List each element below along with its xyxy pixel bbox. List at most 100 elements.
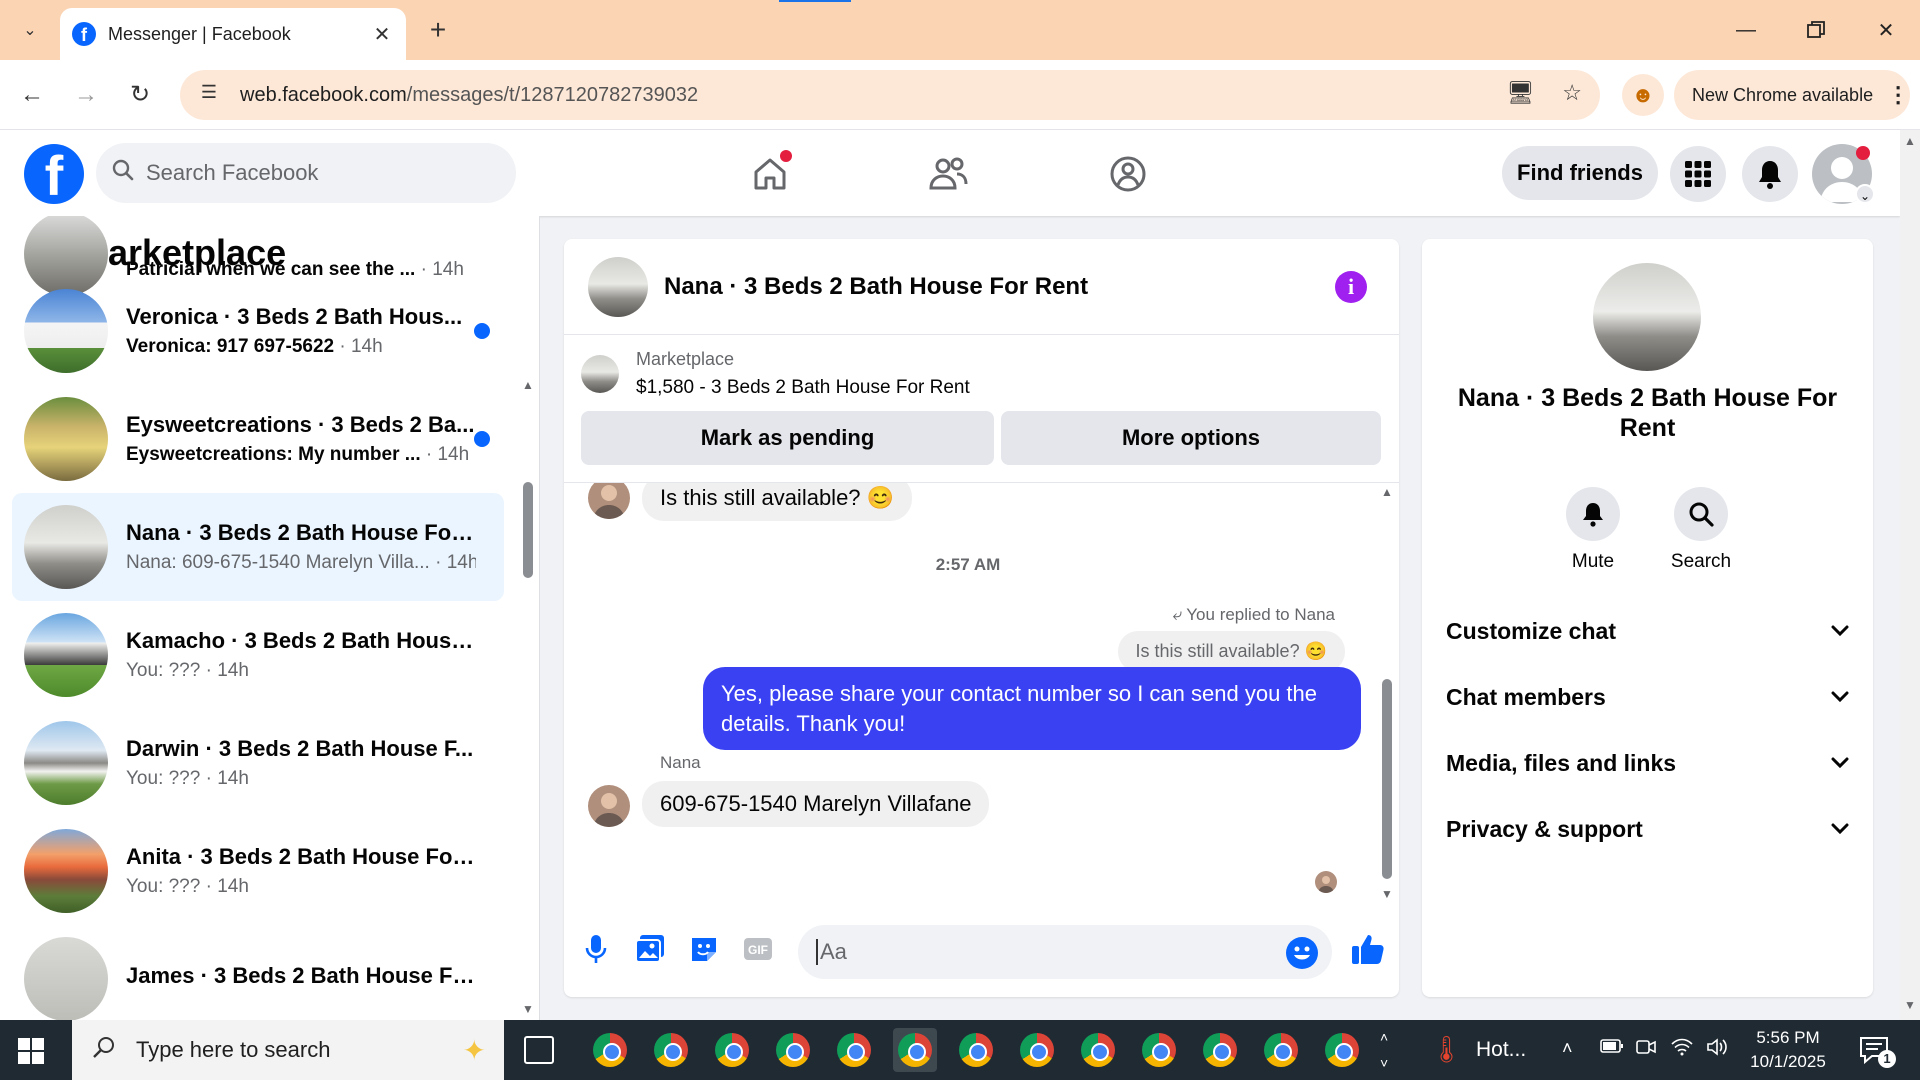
chrome-taskbar-app[interactable] — [1076, 1028, 1120, 1072]
find-friends-button[interactable]: Find friends — [1502, 146, 1658, 200]
chrome-taskbar-app[interactable] — [1320, 1028, 1364, 1072]
privacy-support-section[interactable]: Privacy & support — [1446, 802, 1849, 856]
site-settings-icon[interactable]: ☰ — [196, 82, 222, 108]
account-chevron-down-icon[interactable]: ⌄ — [1855, 184, 1875, 204]
incoming-message[interactable]: Is this still available? 😊 — [642, 483, 913, 521]
battery-icon[interactable] — [1600, 1038, 1624, 1059]
scroll-down-arrow-icon[interactable]: ▼ — [522, 1002, 534, 1016]
quoted-message[interactable]: Is this still available? 😊 — [1117, 631, 1345, 672]
chrome-taskbar-app[interactable] — [1015, 1028, 1059, 1072]
emoji-icon[interactable] — [1286, 937, 1318, 969]
scroll-down-arrow-icon[interactable]: ▼ — [1904, 998, 1916, 1012]
notifications-bell-icon[interactable] — [1742, 146, 1798, 202]
task-view-icon[interactable] — [524, 1036, 554, 1064]
chat-members-section[interactable]: Chat members — [1446, 670, 1849, 724]
new-tab-plus-icon[interactable]: + — [420, 14, 456, 50]
windows-start-icon[interactable] — [18, 1038, 44, 1064]
conversation-item-active[interactable]: Nana · 3 Beds 2 Bath House For ... Nana:… — [12, 493, 504, 601]
taskbar-search[interactable]: Type here to search ✦ — [72, 1020, 504, 1080]
chrome-taskbar-app[interactable] — [1259, 1028, 1303, 1072]
photo-gallery-icon[interactable] — [630, 929, 670, 969]
menu-grid-icon[interactable] — [1670, 146, 1726, 202]
tab-search-chevron-icon[interactable]: ⌄ — [12, 12, 48, 48]
sidebar-scrollbar[interactable]: ▲ — [520, 378, 536, 1014]
chrome-taskbar-app[interactable] — [1198, 1028, 1242, 1072]
browser-tab-messenger[interactable]: f Messenger | Facebook ✕ — [60, 8, 406, 60]
svg-text:GIF: GIF — [748, 943, 768, 957]
conversation-item[interactable]: Darwin · 3 Beds 2 Bath House F... You: ?… — [12, 709, 504, 817]
weather-label[interactable]: Hot... — [1476, 1038, 1526, 1062]
show-hidden-icons-chevron-icon[interactable]: ˄ — [1562, 1038, 1573, 1059]
taskbar-overflow-arrows-icon[interactable]: ˄ ˅ — [1380, 1024, 1388, 1076]
facebook-search[interactable] — [96, 143, 516, 203]
chrome-tab-strip: ⌄ f Messenger | Facebook ✕ + — ✕ — [0, 0, 1920, 60]
wifi-icon[interactable] — [1670, 1038, 1694, 1061]
facebook-logo-icon[interactable]: f — [24, 144, 84, 204]
conversation-item[interactable]: Eysweetcreations · 3 Beds 2 Ba... Eyswee… — [12, 385, 504, 493]
window-close-icon[interactable]: ✕ — [1852, 0, 1920, 60]
scroll-up-arrow-icon[interactable]: ▲ — [522, 378, 534, 392]
home-nav-icon[interactable] — [746, 150, 794, 198]
forward-arrow-icon[interactable]: → — [68, 77, 104, 113]
facebook-search-input[interactable] — [146, 160, 466, 186]
sidebar-scroll-thumb[interactable] — [523, 482, 533, 578]
restore-icon[interactable] — [1782, 0, 1850, 60]
message-composer: GIF — [564, 907, 1399, 997]
chrome-taskbar-app[interactable] — [649, 1028, 693, 1072]
chrome-taskbar-app[interactable] — [832, 1028, 876, 1072]
conversation-item[interactable]: Anita · 3 Beds 2 Bath House For ... You:… — [12, 817, 504, 925]
back-arrow-icon[interactable]: ← — [14, 77, 50, 113]
bookmark-star-icon[interactable]: ☆ — [1562, 80, 1582, 106]
taskbar-clock[interactable]: 5:56 PM 10/1/2025 — [1738, 1026, 1838, 1074]
search-in-conversation-action[interactable]: Search — [1656, 487, 1746, 573]
chat-avatar[interactable] — [588, 256, 648, 317]
gif-icon[interactable]: GIF — [738, 929, 778, 969]
conversation-item[interactable]: James · 3 Beds 2 Bath House For... — [12, 925, 504, 1020]
minimize-icon[interactable]: — — [1712, 0, 1780, 60]
meet-now-icon[interactable] — [1636, 1038, 1656, 1061]
chat-scroll-thumb[interactable] — [1382, 679, 1392, 879]
volume-icon[interactable] — [1706, 1038, 1728, 1061]
address-bar[interactable]: ☰ web.facebook.com/messages/t/1287120782… — [180, 70, 1600, 120]
chrome-profile-icon[interactable]: ☻ — [1622, 74, 1664, 116]
chrome-taskbar-app-active[interactable] — [893, 1028, 937, 1072]
outgoing-message[interactable]: Yes, please share your contact number so… — [703, 667, 1361, 751]
media-files-links-section[interactable]: Media, files and links — [1446, 736, 1849, 790]
mark-as-pending-button[interactable]: Mark as pending — [581, 411, 994, 465]
install-app-icon[interactable]: 🖥 — [1506, 80, 1534, 106]
listing-price[interactable]: $1,580 - 3 Beds 2 Bath House For Rent — [636, 377, 970, 399]
info-icon[interactable]: i — [1335, 271, 1367, 303]
message-input[interactable] — [816, 939, 1256, 965]
mute-action[interactable]: Mute — [1548, 487, 1638, 573]
customize-chat-section[interactable]: Customize chat — [1446, 604, 1849, 658]
notification-center-icon[interactable]: 1 — [1858, 1034, 1896, 1068]
chrome-update-button[interactable]: New Chrome available ⋮ — [1674, 70, 1910, 120]
friends-nav-icon[interactable] — [924, 150, 972, 198]
incoming-message[interactable]: 609-675-1540 Marelyn Villafane — [642, 781, 990, 827]
thumbs-up-icon[interactable] — [1348, 929, 1388, 969]
groups-nav-icon[interactable] — [1104, 150, 1152, 198]
scroll-up-arrow-icon[interactable]: ▲ — [1381, 485, 1393, 499]
sticker-icon[interactable] — [684, 929, 724, 969]
bell-icon[interactable] — [1566, 487, 1620, 541]
chrome-taskbar-app[interactable] — [771, 1028, 815, 1072]
chat-scrollbar[interactable]: ▲ ▼ — [1379, 483, 1395, 907]
search-icon[interactable] — [1674, 487, 1728, 541]
listing-thumbnail[interactable] — [581, 355, 619, 393]
conversation-profile-photo[interactable] — [1593, 263, 1701, 371]
chat-title[interactable]: Nana · 3 Beds 2 Bath House For Rent — [664, 273, 1088, 301]
page-scrollbar[interactable]: ▲ ▼ — [1900, 130, 1920, 1020]
kebab-menu-icon[interactable]: ⋮ — [1887, 82, 1909, 108]
more-options-button[interactable]: More options — [1001, 411, 1381, 465]
chrome-taskbar-app[interactable] — [710, 1028, 754, 1072]
tab-close-icon[interactable]: ✕ — [370, 22, 394, 47]
scroll-down-arrow-icon[interactable]: ▼ — [1381, 887, 1393, 901]
chrome-taskbar-app[interactable] — [588, 1028, 632, 1072]
chrome-taskbar-app[interactable] — [1137, 1028, 1181, 1072]
scroll-up-arrow-icon[interactable]: ▲ — [1904, 134, 1916, 148]
conversation-item[interactable]: Veronica · 3 Beds 2 Bath Hous... Veronic… — [12, 277, 504, 385]
reload-icon[interactable]: ↻ — [122, 77, 158, 113]
microphone-icon[interactable] — [576, 929, 616, 969]
conversation-item[interactable]: Kamacho · 3 Beds 2 Bath House ... You: ?… — [12, 601, 504, 709]
chrome-taskbar-app[interactable] — [954, 1028, 998, 1072]
